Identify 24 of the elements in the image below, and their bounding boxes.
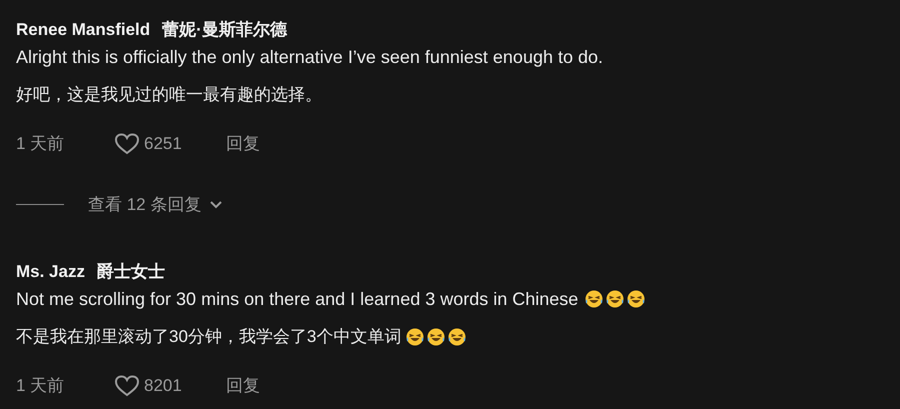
heart-icon [114, 374, 140, 398]
comment-translation: 不是我在那里滚动了30分钟，我学会了3个中文单词 [16, 326, 402, 348]
author-name[interactable]: Ms. Jazz [16, 258, 85, 286]
like-button[interactable]: 8201 [114, 372, 226, 398]
laughing-face-icon [626, 288, 646, 308]
author-name-translation: 爵士女士 [96, 260, 165, 282]
comment-text: Not me scrolling for 30 mins on there and I learned 3 words in Chinese [16, 288, 578, 311]
author-name-translation: 蕾妮·曼斯菲尔德 [162, 19, 287, 41]
comment-translation: 好吧，这是我见过的唯一最有趣的选择。 [16, 84, 322, 106]
reply-button[interactable]: 回复 [226, 131, 260, 157]
laughing-face-icon [605, 288, 626, 308]
comment-time: 1 天前 [16, 133, 66, 156]
reply-button[interactable]: 回复 [226, 372, 260, 398]
view-replies-button[interactable]: 查看 12 条回复 [88, 192, 224, 218]
like-button[interactable]: 6251 [114, 131, 226, 157]
heart-icon [114, 132, 140, 156]
laughing-face-icon [426, 326, 446, 346]
comment-time: 1 天前 [16, 374, 66, 397]
laughing-face-icon [584, 288, 604, 308]
author-name[interactable]: Renee Mansfield [16, 16, 150, 44]
laughing-face-icon [447, 326, 468, 346]
laughing-face-icon [405, 326, 426, 346]
comment-text: Alright this is officially the only alternative I’ve seen funniest enough to do. [16, 46, 604, 69]
chevron-down-icon [209, 200, 224, 210]
